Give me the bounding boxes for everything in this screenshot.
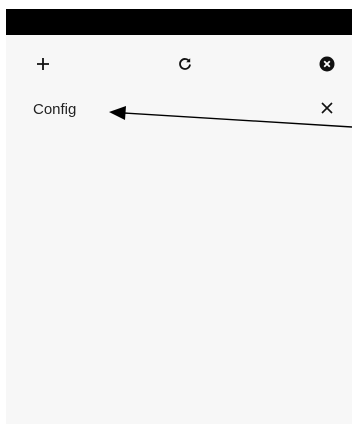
remove-item-button[interactable]: [318, 101, 336, 119]
list-item[interactable]: Config: [6, 97, 352, 123]
refresh-button[interactable]: [174, 53, 196, 75]
close-icon: [321, 101, 333, 119]
add-button[interactable]: [32, 53, 54, 75]
plus-icon: [36, 57, 50, 71]
close-circle-icon: [319, 56, 335, 72]
refresh-icon: [178, 57, 192, 71]
close-all-button[interactable]: [316, 53, 338, 75]
app-panel: Config: [6, 9, 352, 424]
status-bar: [6, 9, 352, 35]
list-item-label: Config: [33, 101, 77, 118]
